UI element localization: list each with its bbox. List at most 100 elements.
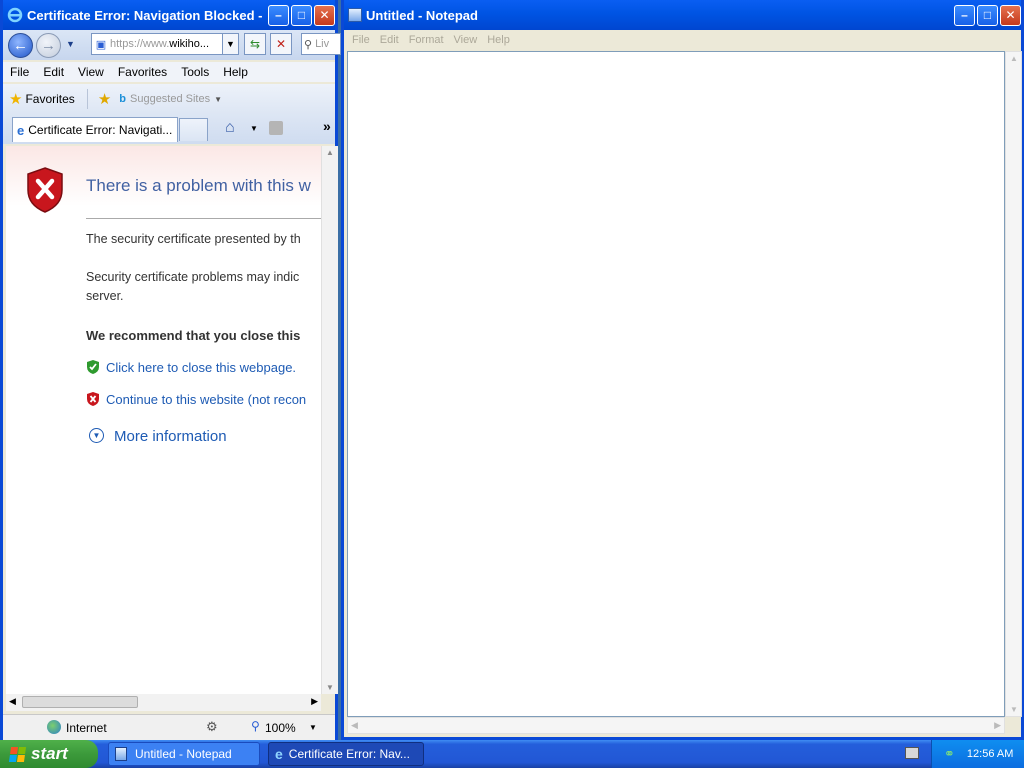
close-webpage-link[interactable]: Click here to close this webpage. xyxy=(106,360,296,375)
menu-edit[interactable]: Edit xyxy=(36,65,71,79)
certificate-paragraph: The security certificate presented by th xyxy=(86,232,301,246)
stop-icon: ✕ xyxy=(275,37,287,51)
recent-pages-dropdown[interactable]: ▼ xyxy=(66,39,75,49)
np-menu-view[interactable]: View xyxy=(449,34,483,46)
search-box[interactable]: ⚲ Liv xyxy=(301,33,341,55)
new-tab-button[interactable] xyxy=(179,118,208,141)
np-menu-file[interactable]: File xyxy=(347,34,375,46)
taskbar: start Untitled - Notepad e Certificate E… xyxy=(0,740,1024,768)
np-menu-help[interactable]: Help xyxy=(482,34,515,46)
notepad-icon xyxy=(348,8,362,22)
minimize-button[interactable]: – xyxy=(268,4,289,26)
favorites-bar: ★ Favorites ★ b Suggested Sites ▼ xyxy=(3,84,335,114)
ie-menu-bar: File Edit View Favorites Tools Help xyxy=(3,62,335,82)
maximize-button[interactable]: □ xyxy=(291,4,312,26)
feeds-icon[interactable] xyxy=(269,121,283,135)
horizontal-scrollbar[interactable]: ◀ ▶ xyxy=(6,694,321,711)
expand-circle-icon[interactable]: ▼ xyxy=(89,428,104,443)
stop-button[interactable]: ✕ xyxy=(270,33,292,55)
taskbar-item-notepad-label: Untitled - Notepad xyxy=(135,747,232,761)
back-button[interactable]: ← xyxy=(8,33,33,58)
refresh-button[interactable]: ⇆ xyxy=(244,33,266,55)
menu-favorites[interactable]: Favorites xyxy=(111,65,174,79)
close-icon: ✕ xyxy=(319,8,330,22)
notepad-horizontal-scrollbar[interactable]: ◀ ▶ xyxy=(347,717,1005,734)
np-menu-edit[interactable]: Edit xyxy=(375,34,404,46)
suggested-sites-button[interactable]: b Suggested Sites ▼ xyxy=(119,93,222,105)
zoom-icon: ⚲ xyxy=(251,719,260,733)
scroll-up-icon: ▲ xyxy=(1010,54,1018,63)
start-label: start xyxy=(31,744,68,763)
address-prefix: https://www. xyxy=(110,38,170,50)
taskbar-item-ie-label: Certificate Error: Nav... xyxy=(288,747,410,761)
scroll-down-icon: ▼ xyxy=(326,683,334,692)
scroll-thumb[interactable] xyxy=(22,696,138,708)
menu-tools[interactable]: Tools xyxy=(174,65,216,79)
address-domain: wikiho... xyxy=(169,38,210,50)
forward-button[interactable]: → xyxy=(36,33,61,58)
favorites-button[interactable]: ★ Favorites xyxy=(9,90,75,108)
chevron-down-icon: ▼ xyxy=(214,94,223,104)
zoom-level[interactable]: 100% xyxy=(265,721,296,735)
scroll-right-icon: ▶ xyxy=(311,696,318,706)
address-dropdown-button[interactable]: ▼ xyxy=(222,33,239,55)
address-bar[interactable]: ▣ https://www. wikiho... xyxy=(91,33,239,55)
tab-ie-icon: e xyxy=(17,122,25,138)
more-tools-chevron-icon[interactable]: » xyxy=(323,118,331,134)
keyboard-icon[interactable] xyxy=(905,747,919,759)
zoom-dropdown-icon[interactable]: ▼ xyxy=(309,723,317,732)
scroll-right-icon: ▶ xyxy=(994,720,1001,730)
start-button[interactable]: start xyxy=(0,740,98,768)
menu-file[interactable]: File xyxy=(3,65,36,79)
recommend-text: We recommend that you close this xyxy=(86,328,301,343)
error-heading: There is a problem with this w xyxy=(86,176,311,195)
back-arrow-icon: ← xyxy=(13,37,28,54)
notepad-window: Untitled - Notepad – □ ✕ File Edit Forma… xyxy=(341,0,1024,740)
ie-window: Certificate Error: Navigation Blocked - … xyxy=(0,0,341,740)
taskbar-item-notepad[interactable]: Untitled - Notepad xyxy=(108,742,260,766)
network-icon[interactable]: ⚭ xyxy=(944,746,955,762)
ie-titlebar[interactable]: Certificate Error: Navigation Blocked - … xyxy=(3,0,335,30)
continue-to-website-link[interactable]: Continue to this website (not recon xyxy=(106,392,306,407)
notepad-text-area[interactable] xyxy=(347,51,1005,717)
tab-title: Certificate Error: Navigati... xyxy=(28,123,173,137)
notepad-close-button[interactable]: ✕ xyxy=(1000,4,1021,26)
notepad-maximize-button[interactable]: □ xyxy=(977,4,998,26)
home-dropdown-icon[interactable]: ▼ xyxy=(250,124,258,133)
np-menu-format[interactable]: Format xyxy=(404,34,449,46)
notepad-minimize-button[interactable]: – xyxy=(954,4,975,26)
scroll-left-icon: ◀ xyxy=(351,720,358,730)
clock[interactable]: 12:56 AM xyxy=(967,748,1013,760)
maximize-icon: □ xyxy=(297,8,306,22)
refresh-icon: ⇆ xyxy=(249,37,261,51)
close-icon: ✕ xyxy=(1005,8,1016,22)
tab-certificate-error[interactable]: e Certificate Error: Navigati... xyxy=(12,117,178,142)
forward-arrow-icon: → xyxy=(41,37,56,54)
notepad-titlebar[interactable]: Untitled - Notepad – □ ✕ xyxy=(344,0,1021,30)
windows-logo-icon xyxy=(8,746,27,762)
notepad-vertical-scrollbar[interactable]: ▲ ▼ xyxy=(1005,51,1022,717)
add-favorite-icon[interactable]: ★ xyxy=(98,90,111,108)
close-button[interactable]: ✕ xyxy=(314,4,335,26)
page-icon: ▣ xyxy=(95,38,107,51)
navigation-bar: ← → ▼ ▣ https://www. wikiho... ▼ ⇆ ✕ ⚲ Li… xyxy=(3,30,341,60)
protected-mode-icon[interactable]: ⚙ xyxy=(206,719,218,735)
menu-view[interactable]: View xyxy=(71,65,111,79)
taskbar-item-ie[interactable]: e Certificate Error: Nav... xyxy=(268,742,424,766)
ie-window-title: Certificate Error: Navigation Blocked - … xyxy=(27,7,266,23)
scroll-up-icon: ▲ xyxy=(326,148,334,157)
menu-help[interactable]: Help xyxy=(216,65,255,79)
more-information-link[interactable]: More information xyxy=(114,428,227,445)
notepad-task-icon xyxy=(115,747,127,761)
globe-icon xyxy=(47,720,61,734)
favorites-label: Favorites xyxy=(25,92,75,106)
vertical-scrollbar[interactable]: ▲ ▼ xyxy=(321,146,338,694)
tab-bar: e Certificate Error: Navigati... ⌂ ▼ » xyxy=(3,114,335,144)
error-shield-icon xyxy=(25,166,65,217)
problems-paragraph-line1: Security certificate problems may indic xyxy=(86,270,300,284)
notepad-window-title: Untitled - Notepad xyxy=(366,7,478,23)
favbar-divider xyxy=(86,89,88,109)
search-icon: ⚲ xyxy=(304,38,313,51)
heading-divider xyxy=(86,218,321,219)
home-icon[interactable]: ⌂ xyxy=(225,119,235,137)
